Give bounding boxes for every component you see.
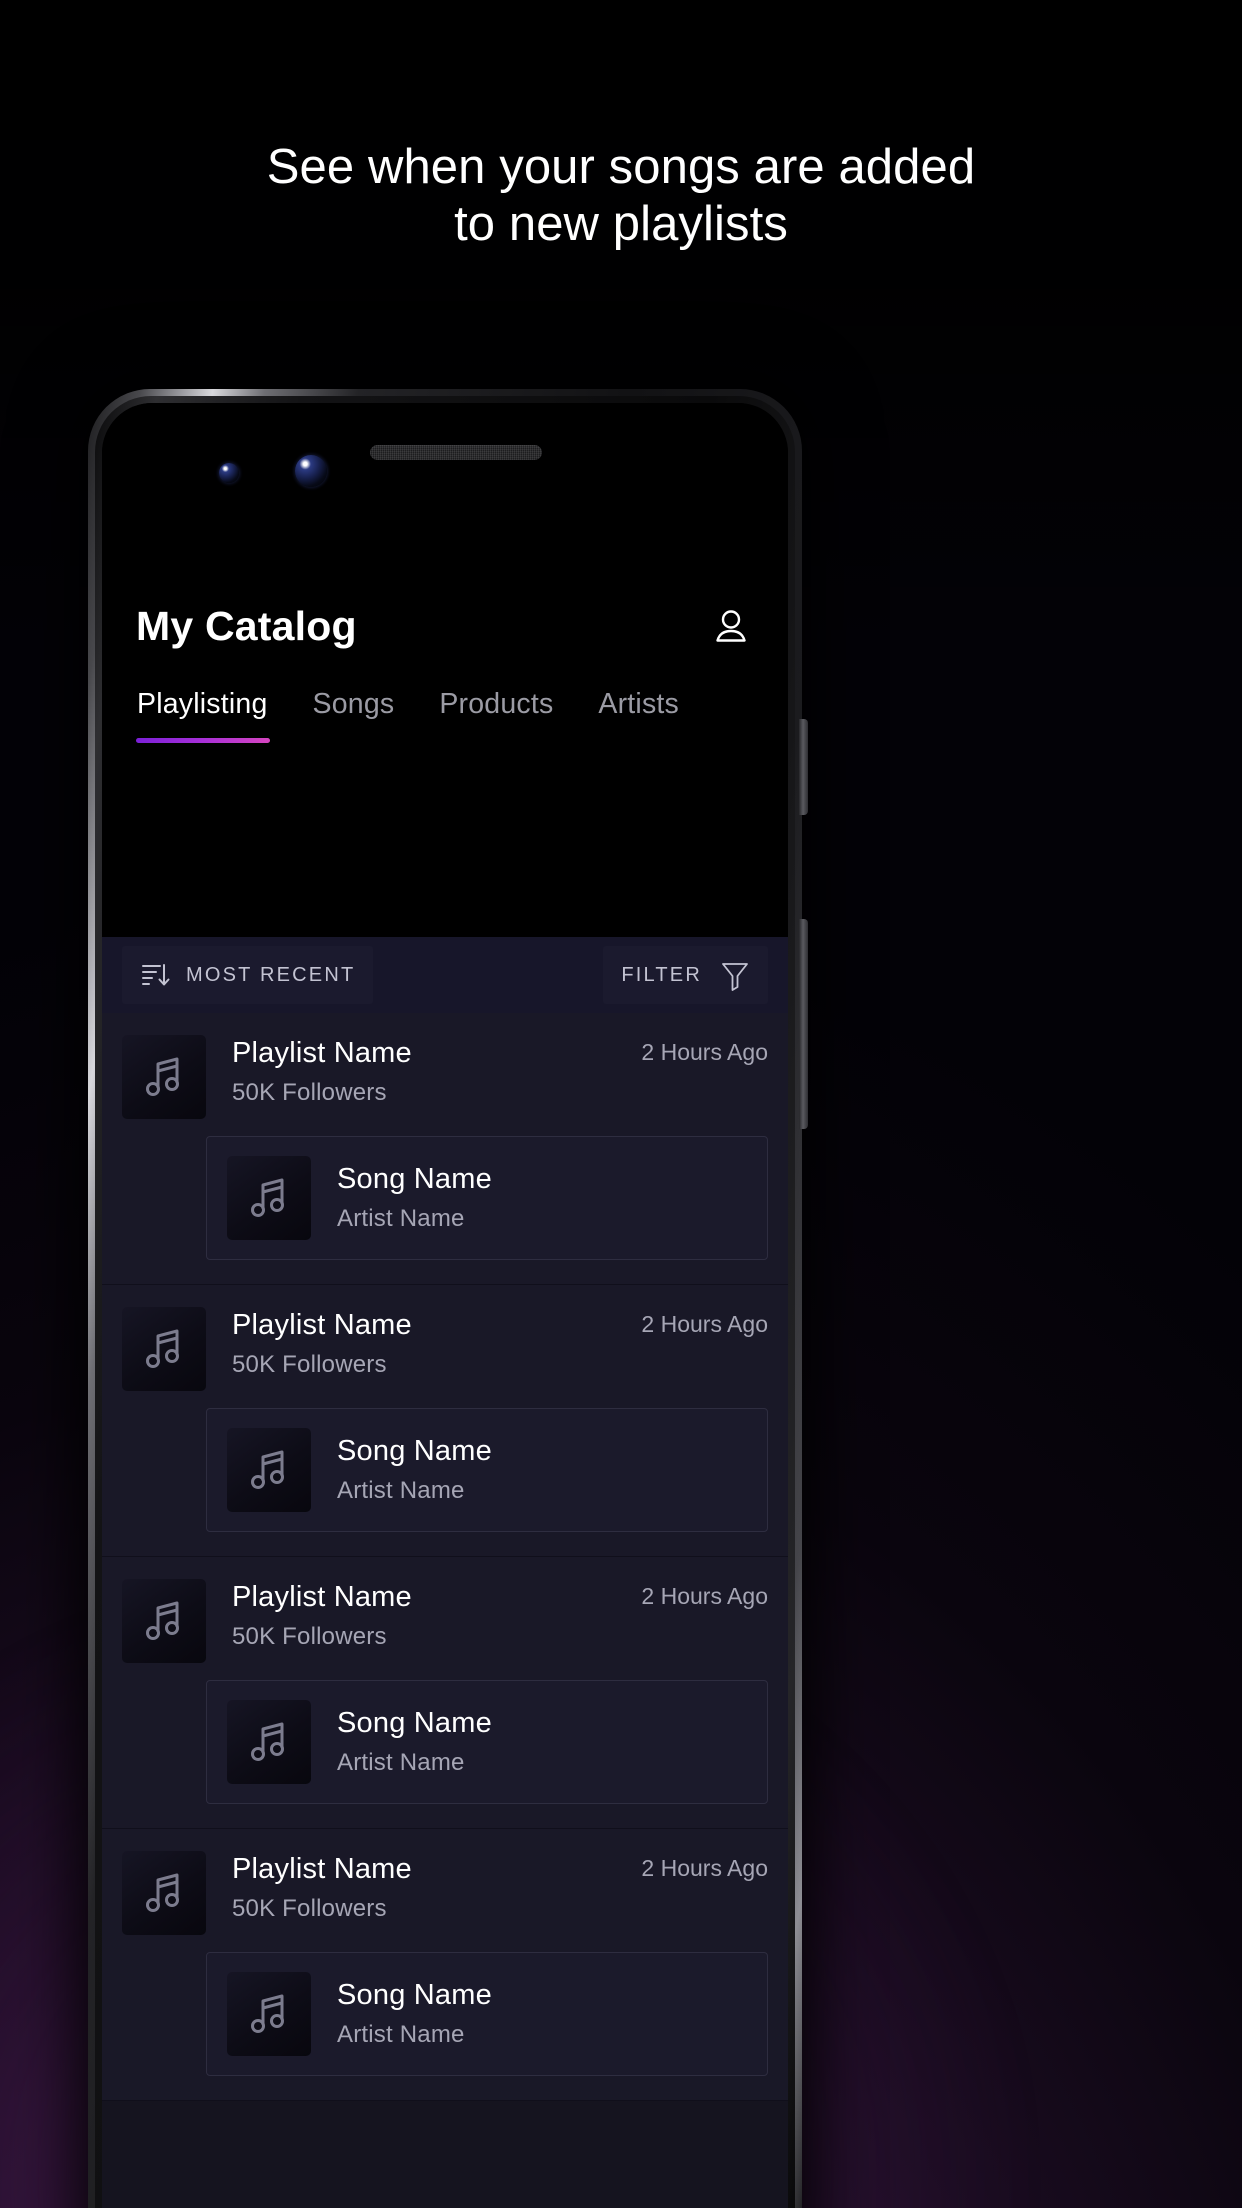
music-note-icon [227, 1700, 311, 1784]
song-card-text: Song Name Artist Name [311, 1707, 492, 1777]
playlist-followers: 50K Followers [232, 1351, 387, 1378]
sort-descending-icon [140, 960, 170, 990]
playlist-name: Playlist Name [232, 1581, 412, 1613]
phone-front-camera-primary [295, 455, 327, 487]
app-header-row: My Catalog [136, 603, 754, 650]
artist-name: Artist Name [337, 2021, 465, 2048]
sort-button[interactable]: MOST RECENT [122, 946, 374, 1004]
playlist-row[interactable]: Playlist Name 50K Followers 2 Hours Ago [102, 1013, 788, 1285]
song-card[interactable]: Song Name Artist Name [206, 1680, 768, 1804]
music-note-icon [122, 1307, 206, 1391]
playlist-row-text: Playlist Name 50K Followers [206, 1851, 641, 1923]
music-note-icon [227, 1156, 311, 1240]
playlist-name: Playlist Name [232, 1853, 412, 1885]
song-card[interactable]: Song Name Artist Name [206, 1408, 768, 1532]
phone-earpiece-speaker [370, 445, 542, 460]
playlist-followers: 50K Followers [232, 1079, 387, 1106]
person-icon[interactable] [708, 604, 754, 650]
promo-headline: See when your songs are added to new pla… [0, 139, 1242, 253]
song-card[interactable]: Song Name Artist Name [206, 1952, 768, 2076]
song-name: Song Name [337, 1163, 492, 1195]
song-name: Song Name [337, 1435, 492, 1467]
playlist-row-main: Playlist Name 50K Followers 2 Hours Ago [122, 1579, 768, 1663]
playlist-row-text: Playlist Name 50K Followers [206, 1035, 641, 1107]
artist-name: Artist Name [337, 1205, 465, 1232]
sort-label: MOST RECENT [186, 963, 356, 986]
playlist-timestamp: 2 Hours Ago [641, 1855, 768, 1881]
promo-screenshot: See when your songs are added to new pla… [0, 0, 1242, 2208]
artist-name: Artist Name [337, 1749, 465, 1776]
playlist-timestamp: 2 Hours Ago [641, 1583, 768, 1609]
tab-bar: Playlisting Songs Products Artists [136, 688, 754, 743]
tab-products[interactable]: Products [439, 688, 553, 743]
music-note-icon [122, 1035, 206, 1119]
tab-songs[interactable]: Songs [313, 688, 395, 743]
filter-button[interactable]: FILTER [603, 946, 768, 1004]
song-card-text: Song Name Artist Name [311, 1435, 492, 1505]
phone-volume-button[interactable] [799, 919, 808, 1129]
playlist-row-text: Playlist Name 50K Followers [206, 1307, 641, 1379]
song-name: Song Name [337, 1707, 492, 1739]
playlist-row-text: Playlist Name 50K Followers [206, 1579, 641, 1651]
playlist-list: MOST RECENT FILTER Playlist Name 50K Fol… [102, 937, 788, 2208]
playlist-timestamp: 2 Hours Ago [641, 1039, 768, 1065]
music-note-icon [227, 1972, 311, 2056]
phone-front-camera-secondary [219, 463, 239, 483]
playlist-row[interactable]: Playlist Name 50K Followers 2 Hours Ago [102, 1829, 788, 2101]
app-screen: My Catalog Playlisting Songs Products Ar… [102, 403, 788, 2208]
song-card-text: Song Name Artist Name [311, 1163, 492, 1233]
song-card-text: Song Name Artist Name [311, 1979, 492, 2049]
playlist-name: Playlist Name [232, 1037, 412, 1069]
playlist-name: Playlist Name [232, 1309, 412, 1341]
tab-artists[interactable]: Artists [598, 688, 679, 743]
phone-mockup: My Catalog Playlisting Songs Products Ar… [88, 389, 808, 2208]
page-title: My Catalog [136, 603, 357, 649]
playlist-row-main: Playlist Name 50K Followers 2 Hours Ago [122, 1851, 768, 1935]
playlist-followers: 50K Followers [232, 1895, 387, 1922]
music-note-icon [122, 1851, 206, 1935]
funnel-icon [720, 959, 750, 991]
playlist-followers: 50K Followers [232, 1623, 387, 1650]
playlist-row[interactable]: Playlist Name 50K Followers 2 Hours Ago [102, 1285, 788, 1557]
playlist-timestamp: 2 Hours Ago [641, 1311, 768, 1337]
promo-headline-line-1: See when your songs are added [266, 140, 976, 194]
song-name: Song Name [337, 1979, 492, 2011]
tab-playlisting[interactable]: Playlisting [136, 688, 270, 743]
phone-power-button[interactable] [799, 719, 808, 815]
playlist-row-main: Playlist Name 50K Followers 2 Hours Ago [122, 1035, 768, 1119]
artist-name: Artist Name [337, 1477, 465, 1504]
phone-bezel: My Catalog Playlisting Songs Products Ar… [102, 403, 788, 2208]
sort-filter-bar: MOST RECENT FILTER [102, 937, 788, 1013]
playlist-row[interactable]: Playlist Name 50K Followers 2 Hours Ago [102, 1557, 788, 1829]
song-card[interactable]: Song Name Artist Name [206, 1136, 768, 1260]
music-note-icon [122, 1579, 206, 1663]
filter-label: FILTER [621, 963, 702, 986]
playlist-row-main: Playlist Name 50K Followers 2 Hours Ago [122, 1307, 768, 1391]
promo-headline-line-2: to new playlists [454, 197, 788, 251]
music-note-icon [227, 1428, 311, 1512]
